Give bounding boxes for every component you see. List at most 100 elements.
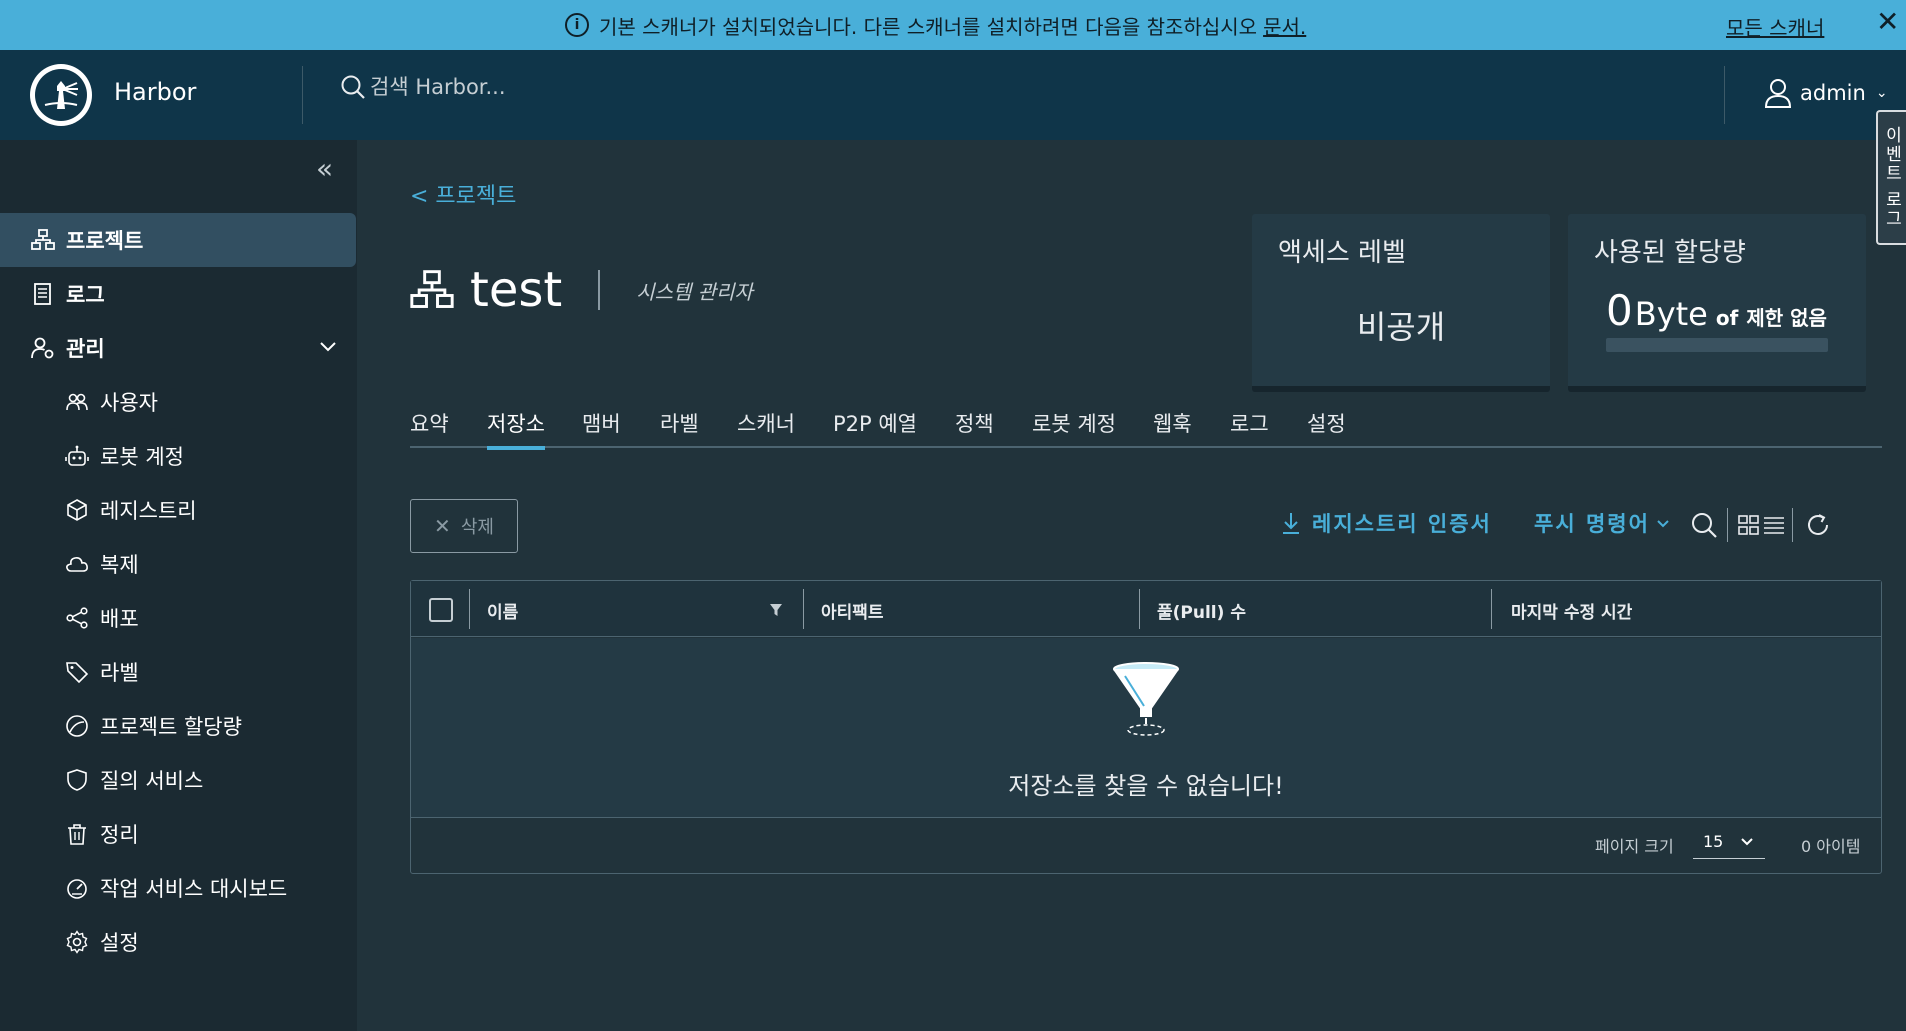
user-icon [1764,79,1792,108]
sidebar-item-configuration[interactable]: 설정 [0,915,357,969]
column-separator [1491,589,1492,629]
table-body: 저장소를 찾을 수 없습니다! [411,638,1881,818]
all-scanners-link[interactable]: 모든 스캐너 [1726,12,1824,41]
page-size-label: 페이지 크기 [1595,837,1674,856]
shield-icon [64,767,90,793]
harbor-logo[interactable] [30,64,92,126]
sidebar-item-projects[interactable]: 프로젝트 [0,213,356,267]
tab-webhooks[interactable]: 웹훅 [1153,408,1192,438]
quota-of: of [1715,306,1739,330]
column-last-modified[interactable]: 마지막 수정 시간 [1511,598,1632,623]
sidebar-item-label: 작업 서비스 대시보드 [100,877,288,901]
project-tabs: 요약 저장소 맴버 라벨 스캐너 P2P 예열 정책 로봇 계정 웹훅 로그 설… [410,404,1882,450]
column-separator [469,589,470,629]
tab-logs[interactable]: 로그 [1230,408,1269,438]
projects-icon [410,270,454,308]
collapse-sidebar-icon[interactable]: « [316,152,333,185]
tab-repositories[interactable]: 저장소 [487,408,545,450]
sidebar-item-logs[interactable]: 로그 [0,267,357,321]
sidebar-item-replications[interactable]: 복제 [0,537,357,591]
sidebar-item-label: 배포 [100,607,139,631]
sidebar-item-users[interactable]: 사용자 [0,375,357,429]
app-title[interactable]: Harbor [114,78,196,106]
empty-funnel-icon [1113,662,1179,736]
close-icon[interactable]: ✕ [1876,8,1899,36]
page-size-select[interactable]: 15 [1693,825,1765,859]
item-count: 0 아이템 [1801,837,1861,856]
lighthouse-icon [44,81,78,109]
column-pulls[interactable]: 풀(Pull) 수 [1157,598,1246,623]
toolbar-divider [1792,508,1793,542]
sidebar-item-interrogation-services[interactable]: 질의 서비스 [0,753,357,807]
tab-labels[interactable]: 라벨 [660,408,699,438]
delete-button-label: 삭제 [460,517,494,537]
tab-summary[interactable]: 요약 [410,408,449,438]
projects-icon [30,227,56,253]
registry-certificate-label: 레지스트리 인증서 [1312,512,1492,536]
column-separator [803,589,804,629]
sidebar-item-robot-accounts[interactable]: 로봇 계정 [0,429,357,483]
sidebar: « 프로젝트 로그 관리 사용자 로봇 계정 레지스트리 복제 배포 라벨 프로… [0,140,357,1031]
sidebar-item-label: 프로젝트 할당량 [100,715,242,739]
tab-p2p-preheat[interactable]: P2P 예열 [833,408,917,438]
breadcrumb-projects[interactable]: < 프로젝트 [410,178,516,210]
search-input[interactable] [370,75,770,99]
dashboard-icon [64,875,90,901]
push-command-dropdown[interactable]: 푸시 명령어 [1534,508,1670,538]
chevron-down-icon [320,342,336,352]
tab-policy[interactable]: 정책 [955,408,994,438]
empty-message: 저장소를 찾을 수 없습니다! [1008,772,1284,800]
sidebar-item-registries[interactable]: 레지스트리 [0,483,357,537]
sidebar-item-labels[interactable]: 라벨 [0,645,357,699]
event-log-tab[interactable]: 이벤트 로그 [1876,110,1906,245]
column-artifacts[interactable]: 아티팩트 [821,598,884,623]
robot-icon [64,443,90,469]
sidebar-item-label: 프로젝트 [66,229,144,253]
sidebar-item-label: 레지스트리 [100,499,197,523]
sidebar-item-label: 복제 [100,553,139,577]
logs-icon [30,281,56,307]
column-separator [1139,589,1140,629]
tab-robot-accounts[interactable]: 로봇 계정 [1032,408,1116,438]
admin-icon [30,335,56,361]
gear-icon [64,929,90,955]
banner-message-wrap: i 기본 스캐너가 설치되었습니다. 다른 스캐너를 설치하려면 다음을 참조하… [565,0,1306,50]
toolbar-divider [1727,508,1728,542]
sidebar-item-clean-up[interactable]: 정리 [0,807,357,861]
user-menu[interactable]: admin ⌄ [1764,78,1888,108]
user-name: admin [1800,81,1866,105]
access-level-title: 액세스 레벨 [1278,238,1406,268]
registry-box-icon [64,497,90,523]
project-role: 시스템 관리자 [636,279,753,304]
card-list-view-toggle-icon[interactable] [1738,514,1786,536]
search-icon[interactable] [1690,511,1718,539]
project-name: test [470,262,563,318]
quota-number: 0 [1606,286,1633,335]
tab-members[interactable]: 맴버 [582,408,621,438]
delete-button[interactable]: ✕ 삭제 [410,499,518,553]
quota-title: 사용된 할당량 [1594,238,1746,268]
sidebar-item-distributions[interactable]: 배포 [0,591,357,645]
tab-configuration[interactable]: 설정 [1307,408,1346,438]
project-header: test 시스템 관리자 [410,262,753,318]
registry-certificate-button[interactable]: 레지스트리 인증서 [1280,508,1492,538]
access-level-value: 비공개 [1356,308,1446,346]
chevron-down-icon: ⌄ [1875,85,1888,101]
sidebar-item-project-quotas[interactable]: 프로젝트 할당량 [0,699,357,753]
tab-scanner[interactable]: 스캐너 [737,408,795,438]
sidebar-item-administration[interactable]: 관리 [0,321,357,375]
share-icon [64,605,90,631]
select-all-checkbox[interactable] [429,598,453,622]
tag-icon [64,659,90,685]
refresh-icon[interactable] [1805,512,1831,538]
sidebar-item-label: 정리 [100,823,139,847]
trash-icon [64,821,90,847]
banner-docs-link[interactable]: 문서. [1263,11,1306,40]
quota-unit: Byte [1634,295,1708,333]
quota-card: 사용된 할당량 0 Byte of 제한 없음 [1568,214,1866,392]
cloud-sync-icon [64,551,90,577]
sidebar-item-job-service-dashboard[interactable]: 작업 서비스 대시보드 [0,861,357,915]
filter-icon[interactable] [769,603,783,617]
global-search[interactable] [340,74,770,100]
column-name[interactable]: 이름 [487,598,518,623]
